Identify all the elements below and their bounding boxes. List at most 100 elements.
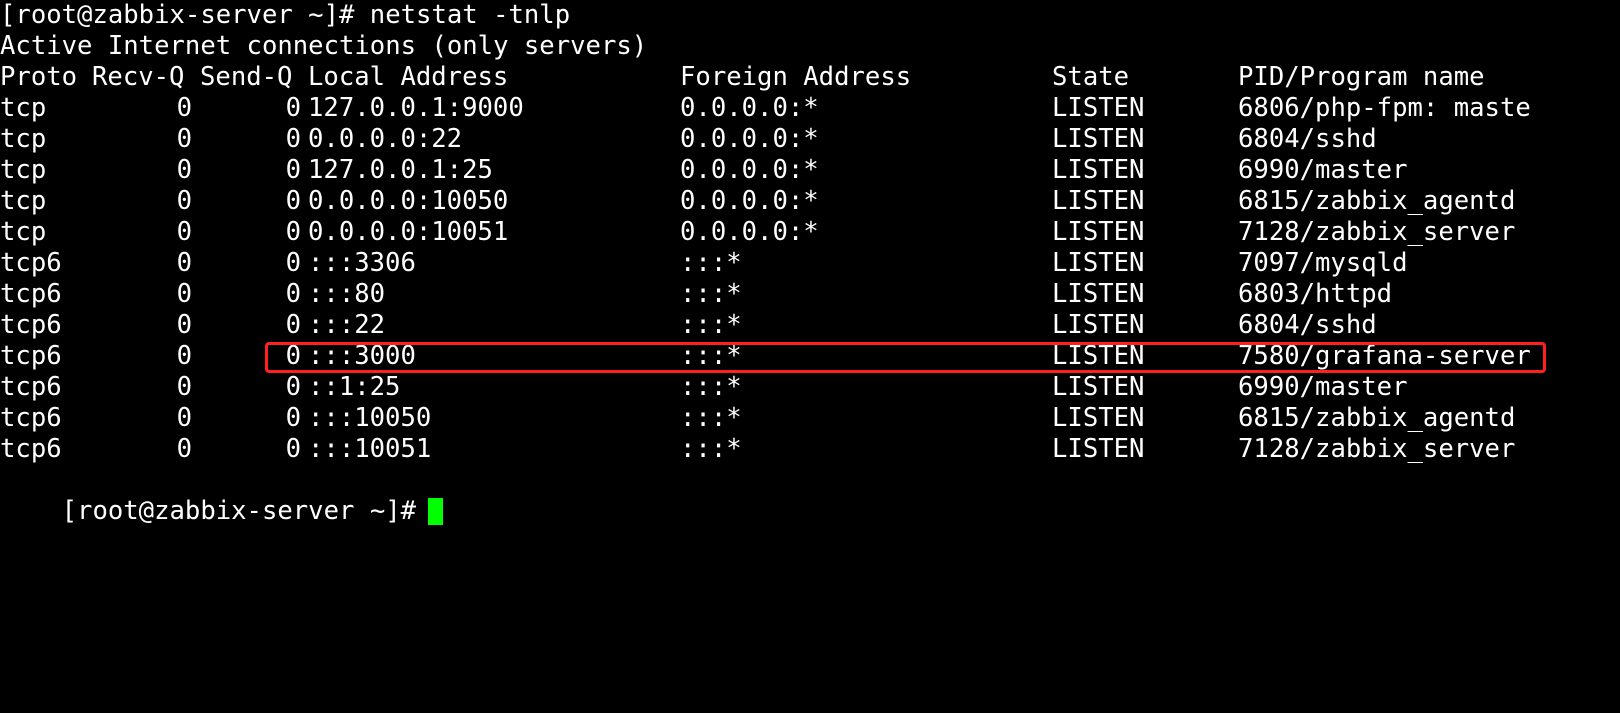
header-proto: Proto xyxy=(0,62,78,92)
row-pid-program: 6815/zabbix_agentd xyxy=(1238,186,1516,216)
row-recvq: 0 xyxy=(176,403,192,433)
table-row: tcp 0 0 0.0.0.0:22 0.0.0.0:* LISTEN 6804… xyxy=(0,124,1620,155)
row-pid-program: 6806/php-fpm: maste xyxy=(1238,93,1531,123)
row-local-address: 0.0.0.0:10051 xyxy=(308,217,509,247)
row-state: LISTEN xyxy=(1052,217,1145,247)
row-proto: tcp6 xyxy=(0,341,62,371)
table-row: tcp6 0 0 :::3306 :::* LISTEN 7097/mysqld xyxy=(0,248,1620,279)
row-recvq: 0 xyxy=(176,217,192,247)
table-row-highlighted: tcp6 0 0 :::3000 :::* LISTEN 7580/grafan… xyxy=(0,341,1620,372)
table-header-row: Proto Recv-Q Send-Q Local Address Foreig… xyxy=(0,62,1620,93)
row-state: LISTEN xyxy=(1052,124,1145,154)
table-row: tcp6 0 0 :::80 :::* LISTEN 6803/httpd xyxy=(0,279,1620,310)
row-proto: tcp6 xyxy=(0,248,62,278)
row-sendq: 0 xyxy=(285,372,301,402)
row-pid-program: 7580/grafana-server xyxy=(1238,341,1531,371)
table-row: tcp6 0 0 :::22 :::* LISTEN 6804/sshd xyxy=(0,310,1620,341)
row-sendq: 0 xyxy=(285,341,301,371)
row-state: LISTEN xyxy=(1052,93,1145,123)
row-local-address: 0.0.0.0:10050 xyxy=(308,186,509,216)
row-proto: tcp6 xyxy=(0,279,62,309)
row-recvq: 0 xyxy=(176,248,192,278)
row-local-address: :::80 xyxy=(308,279,386,309)
row-proto: tcp xyxy=(0,93,47,123)
row-sendq: 0 xyxy=(285,155,301,185)
row-pid-program: 7128/zabbix_server xyxy=(1238,217,1516,247)
row-foreign-address: 0.0.0.0:* xyxy=(680,217,819,247)
row-sendq: 0 xyxy=(285,93,301,123)
row-proto: tcp xyxy=(0,124,47,154)
row-foreign-address: :::* xyxy=(680,434,742,464)
row-state: LISTEN xyxy=(1052,341,1145,371)
row-foreign-address: :::* xyxy=(680,310,742,340)
row-foreign-address: :::* xyxy=(680,279,742,309)
row-recvq: 0 xyxy=(176,372,192,402)
table-row: tcp6 0 0 :::10051 :::* LISTEN 7128/zabbi… xyxy=(0,434,1620,465)
row-foreign-address: :::* xyxy=(680,372,742,402)
row-sendq: 0 xyxy=(285,248,301,278)
row-local-address: :::3306 xyxy=(308,248,416,278)
final-prompt-line[interactable]: [root@zabbix-server ~]# xyxy=(0,465,444,526)
header-recvq: Recv-Q xyxy=(92,62,185,92)
row-local-address: 127.0.0.1:25 xyxy=(308,155,493,185)
table-row: tcp 0 0 127.0.0.1:9000 0.0.0.0:* LISTEN … xyxy=(0,93,1620,124)
table-row: tcp6 0 0 :::10050 :::* LISTEN 6815/zabbi… xyxy=(0,403,1620,434)
row-proto: tcp6 xyxy=(0,403,62,433)
row-sendq: 0 xyxy=(285,279,301,309)
row-local-address: :::10050 xyxy=(308,403,432,433)
row-proto: tcp6 xyxy=(0,434,62,464)
row-sendq: 0 xyxy=(285,186,301,216)
row-state: LISTEN xyxy=(1052,403,1145,433)
row-foreign-address: :::* xyxy=(680,403,742,433)
row-foreign-address: 0.0.0.0:* xyxy=(680,93,819,123)
row-recvq: 0 xyxy=(176,279,192,309)
header-local-address: Local Address xyxy=(308,62,509,92)
row-local-address: 0.0.0.0:22 xyxy=(308,124,463,154)
row-sendq: 0 xyxy=(285,434,301,464)
row-recvq: 0 xyxy=(176,310,192,340)
row-local-address: :::10051 xyxy=(308,434,432,464)
row-sendq: 0 xyxy=(285,124,301,154)
row-state: LISTEN xyxy=(1052,248,1145,278)
row-proto: tcp xyxy=(0,186,47,216)
row-state: LISTEN xyxy=(1052,186,1145,216)
table-row: tcp 0 0 127.0.0.1:25 0.0.0.0:* LISTEN 69… xyxy=(0,155,1620,186)
row-recvq: 0 xyxy=(176,124,192,154)
row-pid-program: 6804/sshd xyxy=(1238,310,1377,340)
table-row: tcp 0 0 0.0.0.0:10051 0.0.0.0:* LISTEN 7… xyxy=(0,217,1620,248)
row-local-address: ::1:25 xyxy=(308,372,401,402)
header-state: State xyxy=(1052,62,1130,92)
row-proto: tcp xyxy=(0,217,47,247)
row-state: LISTEN xyxy=(1052,434,1145,464)
row-foreign-address: 0.0.0.0:* xyxy=(680,124,819,154)
info-line: Active Internet connections (only server… xyxy=(0,31,648,61)
header-sendq: Send-Q xyxy=(200,62,293,92)
terminal-window[interactable]: [root@zabbix-server ~]# netstat -tnlp Ac… xyxy=(0,0,1620,526)
row-state: LISTEN xyxy=(1052,155,1145,185)
row-local-address: :::22 xyxy=(308,310,386,340)
row-foreign-address: :::* xyxy=(680,341,742,371)
row-recvq: 0 xyxy=(176,434,192,464)
table-row: tcp 0 0 0.0.0.0:10050 0.0.0.0:* LISTEN 6… xyxy=(0,186,1620,217)
row-state: LISTEN xyxy=(1052,310,1145,340)
row-pid-program: 7128/zabbix_server xyxy=(1238,434,1516,464)
command-prompt-line: [root@zabbix-server ~]# netstat -tnlp xyxy=(0,0,571,30)
row-pid-program: 6803/httpd xyxy=(1238,279,1393,309)
row-foreign-address: 0.0.0.0:* xyxy=(680,155,819,185)
row-proto: tcp6 xyxy=(0,310,62,340)
row-state: LISTEN xyxy=(1052,372,1145,402)
header-pid-program: PID/Program name xyxy=(1238,62,1485,92)
row-sendq: 0 xyxy=(285,217,301,247)
row-recvq: 0 xyxy=(176,186,192,216)
row-recvq: 0 xyxy=(176,93,192,123)
row-pid-program: 6990/master xyxy=(1238,372,1408,402)
row-sendq: 0 xyxy=(285,403,301,433)
row-sendq: 0 xyxy=(285,310,301,340)
row-foreign-address: 0.0.0.0:* xyxy=(680,186,819,216)
row-local-address: :::3000 xyxy=(308,341,416,371)
row-proto: tcp6 xyxy=(0,372,62,402)
row-recvq: 0 xyxy=(176,155,192,185)
row-local-address: 127.0.0.1:9000 xyxy=(308,93,524,123)
row-pid-program: 6990/master xyxy=(1238,155,1408,185)
cursor-block xyxy=(428,498,444,525)
